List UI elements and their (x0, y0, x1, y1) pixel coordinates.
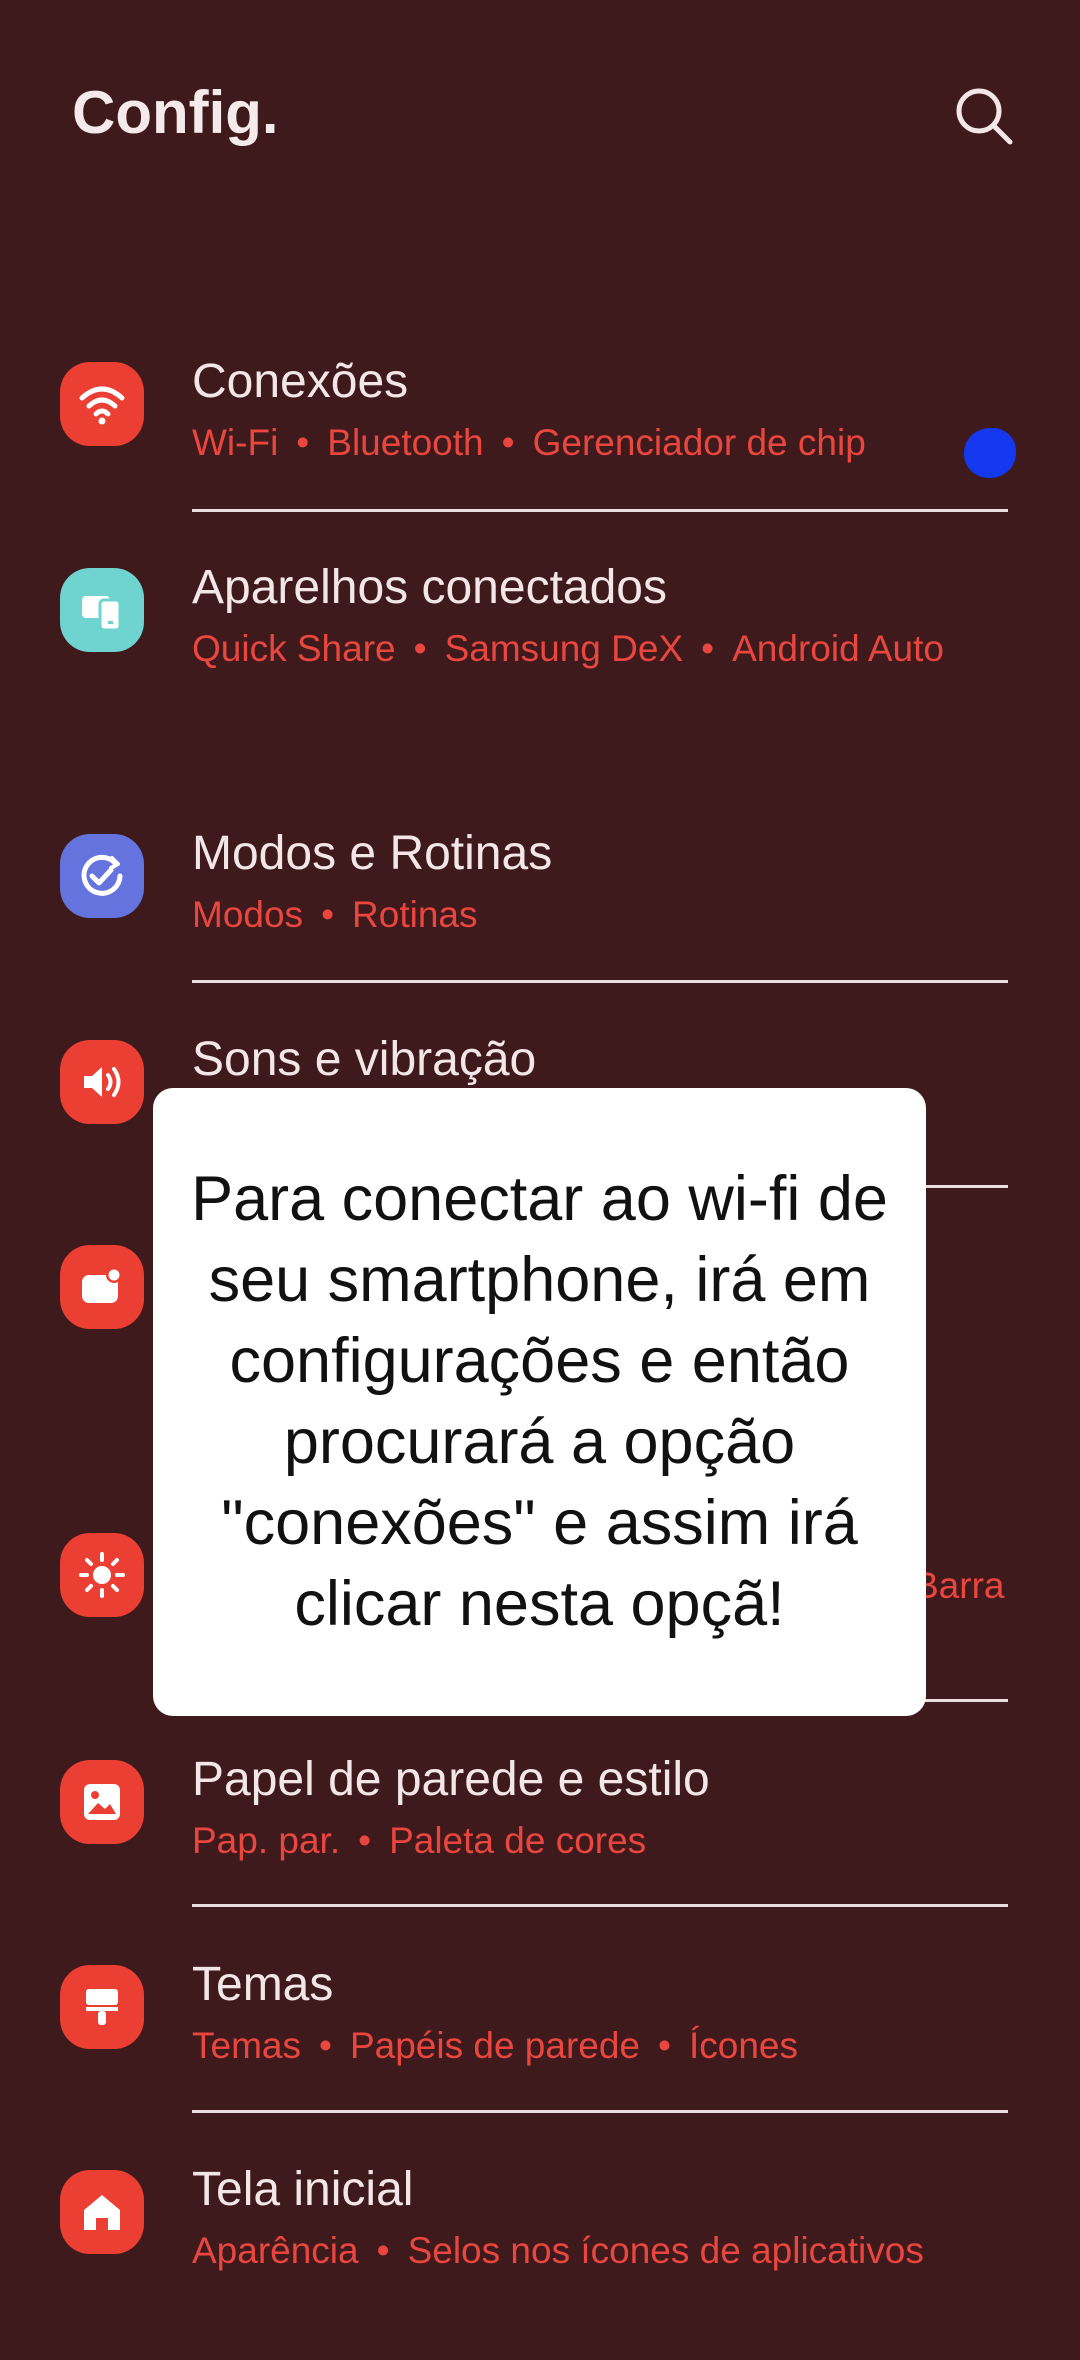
dot-separator: • (658, 2025, 671, 2066)
subtitle-part: Rotinas (352, 894, 478, 935)
subtitle-part: Bluetooth (327, 422, 484, 463)
item-title: Conexões (192, 355, 409, 408)
subtitle-part: Paleta de cores (389, 1820, 647, 1861)
speaker-icon (60, 1040, 144, 1124)
item-title: Aparelhos conectados (192, 561, 667, 614)
instruction-overlay: Para conectar ao wi-fi de seu smartphone… (153, 1088, 926, 1716)
divider (192, 1904, 1008, 1907)
subtitle-part: Papéis de parede (349, 2025, 641, 2066)
subtitle-part: Android Auto (732, 628, 944, 669)
settings-item-aparelhos-conectados[interactable]: Aparelhos conectados Quick Share • Samsung… (0, 561, 1080, 758)
subtitle-part: Quick Share (192, 628, 396, 669)
subtitle-part: Aparência (192, 2230, 359, 2271)
dot-separator: • (413, 628, 427, 669)
item-subtitle: Wi-Fi • Bluetooth • Gerenciador de chip (192, 422, 866, 464)
settings-item-tela-inicial[interactable]: Tela inicial Aparência • Selos nos ícones … (0, 2163, 1080, 2360)
wifi-icon (60, 362, 144, 446)
item-title: Temas (192, 1958, 334, 2011)
subtitle-part: Ícones (688, 2025, 798, 2066)
divider (192, 2110, 1008, 2113)
search-button[interactable] (948, 80, 1020, 152)
brightness-icon (60, 1533, 144, 1617)
item-subtitle: Barra (914, 1565, 1005, 1606)
subtitle-part: Temas (192, 2025, 301, 2066)
subtitle-part: Selos nos ícones de aplicativos (407, 2230, 924, 2271)
item-subtitle: Pap. par. • Paleta de cores (192, 1820, 646, 1862)
item-subtitle: Aparência • Selos nos ícones de aplicativo… (192, 2230, 924, 2272)
home-icon (60, 2170, 144, 2254)
item-title: Modos e Rotinas (192, 827, 553, 880)
item-title: Sons e vibração (192, 1033, 537, 1086)
themes-brush-icon (60, 1965, 144, 2049)
instruction-text: Para conectar ao wi-fi de seu smartphone… (191, 1164, 888, 1639)
wallpaper-icon (60, 1760, 144, 1844)
settings-item-papel-de-parede[interactable]: Papel de parede e estilo Pap. par. • Palet… (0, 1753, 1080, 1950)
settings-item-conexoes[interactable]: Conexões Wi-Fi • Bluetooth • Gerenciador de … (0, 355, 1080, 552)
dot-separator: • (321, 894, 335, 935)
divider (192, 509, 1008, 512)
notifications-icon (60, 1245, 144, 1329)
subtitle-part: Pap. par. (192, 1820, 341, 1861)
devices-icon (60, 568, 144, 652)
settings-item-modos-rotinas[interactable]: Modos e Rotinas Modos • Rotinas (0, 827, 1080, 1024)
divider (192, 980, 1008, 983)
routine-check-icon (60, 834, 144, 918)
dot-separator: • (501, 422, 515, 463)
subtitle-part: Samsung DeX (444, 628, 684, 669)
dot-separator: • (701, 628, 715, 669)
item-subtitle: Quick Share • Samsung DeX • Android Auto (192, 628, 944, 670)
page-title: Config. (72, 79, 279, 146)
dot-separator: • (376, 2230, 390, 2271)
settings-item-temas[interactable]: Temas Temas • Papéis de parede • Ícones (0, 1958, 1080, 2155)
item-title: Tela inicial (192, 2163, 414, 2216)
item-subtitle: Temas • Papéis de parede • Ícones (192, 2025, 798, 2067)
item-subtitle: Modos • Rotinas (192, 894, 477, 936)
item-title: Papel de parede e estilo (192, 1753, 710, 1806)
subtitle-part: Wi-Fi (192, 422, 279, 463)
subtitle-part: Gerenciador de chip (532, 422, 866, 463)
tap-marker (964, 428, 1016, 478)
dot-separator: • (358, 1820, 372, 1861)
header: Config. (0, 0, 1080, 240)
search-icon (956, 88, 1013, 145)
subtitle-part: Modos (192, 894, 304, 935)
dot-separator: • (296, 422, 310, 463)
dot-separator: • (318, 2025, 332, 2066)
